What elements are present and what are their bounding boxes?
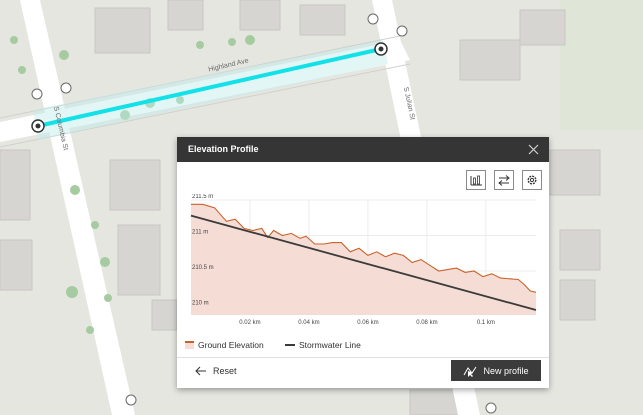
ground-elevation-area [191,204,536,315]
x-tick-label: 0.08 km [416,320,437,326]
tree [91,221,99,229]
flip-profile-button[interactable] [494,170,514,190]
tree [18,66,26,74]
building [549,149,601,196]
arrow-left-icon [195,366,206,376]
footer-divider [177,357,549,358]
tree [100,257,110,267]
new-profile-label: New profile [483,365,529,376]
elevation-profile-panel: Elevation Profile 0.02 km 0.04 km 0.06 k… [177,137,549,388]
tree [59,50,69,60]
building [299,4,346,36]
bar-chart-icon [470,175,482,186]
building [0,239,33,291]
building [167,0,204,31]
elevation-chart-svg: 0.02 km 0.04 km 0.06 km 0.08 km 0.1 km 211.5 … [190,194,537,326]
legend-label-stormwater: Stormwater Line [299,340,361,350]
tree [66,286,78,298]
building [109,159,161,211]
manhole-icon[interactable] [396,25,408,37]
panel-header: Elevation Profile [177,137,549,162]
building [459,39,521,81]
chart-view-button[interactable] [466,170,486,190]
park-area [560,0,643,130]
x-tick-label: 0.04 km [298,320,319,326]
ground-elevation-swatch [185,341,194,349]
building [94,7,151,54]
y-tick-label: 211.5 m [192,194,213,200]
gear-icon [527,175,537,185]
y-tick-label: 210 m [192,300,209,306]
tree [245,35,255,45]
settings-button[interactable] [522,170,542,190]
legend-label-ground: Ground Elevation [198,340,264,350]
building [0,149,31,221]
manhole-icon[interactable] [125,394,137,406]
building [519,9,566,46]
close-icon [528,144,539,155]
building [151,299,178,331]
tree [104,294,112,302]
panel-title: Elevation Profile [188,144,259,154]
building [117,224,161,296]
tree [86,326,94,334]
elevation-chart[interactable]: 0.02 km 0.04 km 0.06 km 0.08 km 0.1 km 211.5 … [183,194,541,332]
manhole-icon[interactable] [367,13,379,25]
profile-endpoint[interactable] [31,119,45,133]
map-view[interactable]: Highland Ave S Julian St S Columbia St E… [0,0,643,415]
manhole-icon[interactable] [31,88,43,100]
x-tick-label: 0.06 km [357,320,378,326]
profile-endpoint[interactable] [374,42,388,56]
tree [70,185,80,195]
new-profile-button[interactable]: New profile [451,360,541,381]
x-tick-label: 0.1 km [477,320,495,326]
draw-profile-icon [464,366,477,377]
building [559,279,596,321]
y-tick-label: 211 m [192,229,208,235]
stormwater-line-swatch [285,344,295,346]
building [239,0,281,31]
x-tick-label: 0.02 km [239,320,260,326]
manhole-icon[interactable] [485,402,497,414]
reset-button[interactable]: Reset [195,363,237,379]
manhole-icon[interactable] [60,82,72,94]
legend-item-stormwater[interactable]: Stormwater Line [285,340,361,350]
tree [10,36,18,44]
reset-label: Reset [213,366,237,376]
tree [228,38,236,46]
legend-item-ground[interactable]: Ground Elevation [185,340,264,350]
tree [196,41,204,49]
building [559,229,601,271]
y-tick-label: 210.5 m [192,265,214,271]
swap-icon [498,175,510,186]
chart-legend: Ground Elevation Stormwater Line [177,338,549,354]
close-button[interactable] [526,142,541,157]
